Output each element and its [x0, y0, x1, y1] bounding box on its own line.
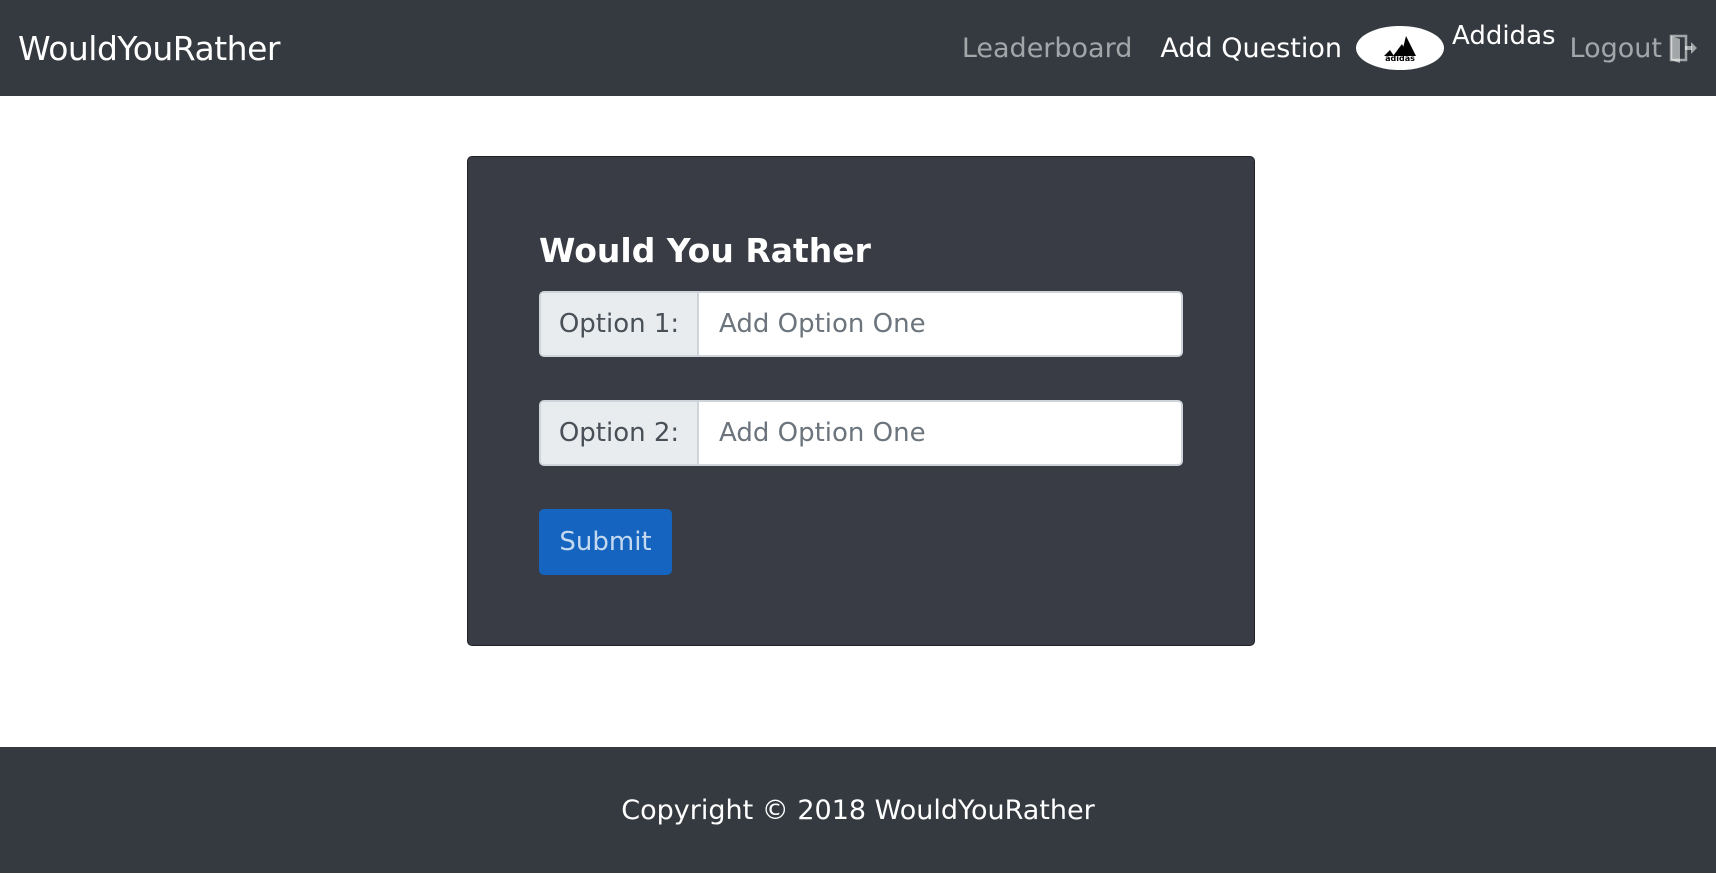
option-two-group: Option 2:	[539, 400, 1183, 466]
user-avatar: adidas	[1356, 26, 1444, 70]
option-one-input[interactable]	[699, 293, 1181, 355]
submit-button[interactable]: Submit	[539, 509, 672, 575]
option-two-label: Option 2:	[541, 402, 699, 464]
nav-leaderboard-link[interactable]: Leaderboard	[962, 33, 1133, 64]
page-footer: Copyright © 2018 WouldYouRather	[0, 747, 1716, 873]
door-exit-icon	[1668, 33, 1698, 63]
user-name: Addidas	[1452, 21, 1556, 51]
option-one-group: Option 1:	[539, 291, 1183, 357]
avatar-logo-text: adidas	[1385, 53, 1415, 63]
nav-add-question-link[interactable]: Add Question	[1160, 33, 1342, 64]
top-navbar: WouldYouRather Leaderboard Add Question …	[0, 0, 1716, 96]
logout-label: Logout	[1569, 32, 1662, 64]
option-two-input[interactable]	[699, 402, 1181, 464]
footer-copyright: Copyright © 2018 WouldYouRather	[621, 794, 1095, 826]
adidas-logo-icon	[1384, 35, 1416, 56]
logout-button[interactable]: Logout	[1570, 33, 1698, 64]
card-title: Would You Rather	[539, 231, 871, 270]
page: WouldYouRather Leaderboard Add Question …	[0, 0, 1716, 884]
nav-menu: Leaderboard Add Question adidas Addidas …	[934, 0, 1698, 96]
option-one-label: Option 1:	[541, 293, 699, 355]
current-user: adidas Addidas	[1356, 21, 1556, 73]
new-question-card: Would You Rather Option 1: Option 2: Sub…	[467, 156, 1255, 646]
brand-link[interactable]: WouldYouRather	[18, 29, 280, 68]
